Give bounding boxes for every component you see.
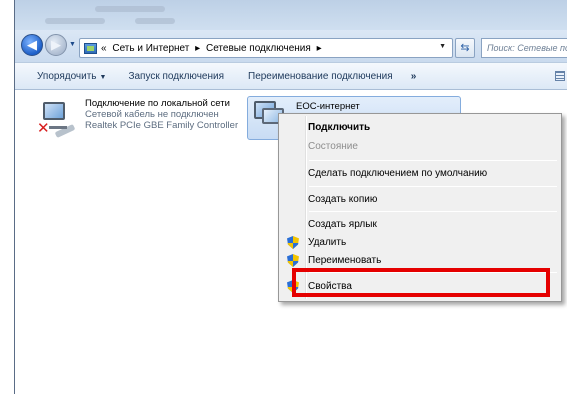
history-dropdown-icon[interactable]: ▼ [69,41,76,48]
breadcrumb-network-connections[interactable]: Сетевые подключения [206,43,311,54]
start-connection-button[interactable]: Запуск подключения [116,71,234,82]
menu-item-label: Удалить [308,237,347,248]
menu-item-set-default[interactable]: Сделать подключением по умолчанию [281,164,559,183]
uac-shield-icon [287,236,299,249]
organize-label: Упорядочить [37,70,97,82]
blurred-title-text [135,18,175,24]
breadcrumb: « Сеть и Интернет ▸ Сетевые подключения … [101,43,322,54]
breadcrumb-separator[interactable]: ▸ [195,43,200,54]
title-bar [15,0,567,30]
blurred-title-text [95,6,165,12]
navigation-bar: ◀ ▶ ▼ « Сеть и Интернет ▸ Сетевые подклю… [15,30,567,62]
menu-item-status: Состояние [281,137,559,156]
connection-local-area[interactable]: ✕ Подключение по локальной сети Сетевой … [37,98,238,138]
connection-status: Сетевой кабель не подключен [85,109,219,120]
control-panel-icon [84,42,97,54]
menu-item-label: Создать ярлык [308,219,377,230]
chevron-down-icon: ▼ [99,73,107,81]
back-arrow-icon[interactable]: ◀ [21,34,43,56]
organize-button[interactable]: Упорядочить ▼ [15,71,116,82]
rename-connection-button[interactable]: Переименование подключения [234,71,403,82]
red-x-icon: ✕ [37,120,50,137]
menu-item-label: Сделать подключением по умолчанию [308,168,488,179]
menu-item-label: Состояние [308,141,358,152]
menu-item-connect[interactable]: Подключить [281,118,559,137]
menu-item-create-copy[interactable]: Создать копию [281,190,559,209]
address-dropdown-icon[interactable]: ▼ [439,43,446,50]
connection-device: Realtek PCIe GBE Family Controller [85,120,239,131]
network-adapter-icon: ✕ [37,98,81,138]
refresh-icon[interactable]: ⇆ [455,38,475,58]
address-bar[interactable]: « Сеть и Интернет ▸ Сетевые подключения … [79,38,453,58]
monitor-icon [43,102,65,120]
more-commands-button[interactable]: » [403,71,425,82]
uac-shield-icon [287,254,299,267]
menu-separator [309,211,557,212]
connection-details: Подключение по локальной сети Сетевой ка… [85,98,238,138]
view-options-icon[interactable] [555,71,565,81]
command-bar: Упорядочить ▼ Запуск подключения Переимен… [15,62,567,90]
menu-item-label: Создать копию [308,194,378,205]
breadcrumb-separator[interactable]: ▸ [317,43,322,54]
search-input[interactable]: Поиск: Сетевые подключения [481,38,567,58]
monitor-base [49,126,67,129]
connection-name: ЕОС-интернет [296,101,360,112]
connection-name: Подключение по локальной сети [85,98,230,109]
menu-item-create-shortcut[interactable]: Создать ярлык [281,215,559,234]
forward-arrow-icon[interactable]: ▶ [45,34,67,56]
highlight-box [292,268,550,297]
breadcrumb-overflow[interactable]: « [101,43,107,54]
menu-separator [309,160,557,161]
menu-separator [309,186,557,187]
menu-item-label: Подключить [308,122,371,133]
menu-item-delete[interactable]: Удалить [281,233,559,252]
breadcrumb-network-internet[interactable]: Сеть и Интернет [112,43,189,54]
menu-item-label: Переименовать [308,255,382,266]
blurred-title-text [45,18,105,24]
